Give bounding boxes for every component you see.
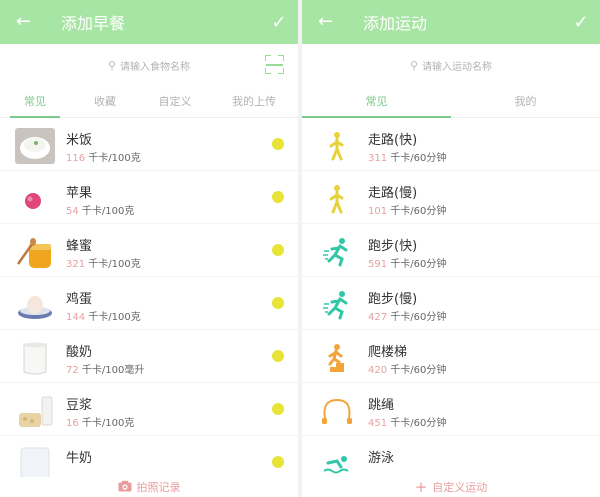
item-calories: 311 千卡/60分钟 xyxy=(368,153,447,164)
custom-exercise-label: 自定义运动 xyxy=(432,481,488,494)
item-name: 跑步(慢) xyxy=(368,292,418,307)
item-calories: 54 千卡/100克 xyxy=(66,206,135,217)
search-icon: ⚲ xyxy=(409,58,419,72)
tab-custom[interactable]: 自定义 xyxy=(140,86,210,117)
status-dot xyxy=(272,350,284,362)
item-calories: 451 千卡/60分钟 xyxy=(368,418,447,429)
food-tabs: 常见 收藏 自定义 我的上传 xyxy=(0,86,298,118)
running-icon xyxy=(317,287,357,323)
item-name: 跑步(快) xyxy=(368,239,418,254)
status-dot xyxy=(272,191,284,203)
item-name: 爬楼梯 xyxy=(368,345,408,360)
item-calories: 16 千卡/100克 xyxy=(66,418,135,429)
walking-icon xyxy=(317,128,357,164)
page-title: 添加早餐 xyxy=(61,14,126,33)
item-name: 走路(快) xyxy=(368,133,418,148)
honey-thumbnail xyxy=(15,234,55,270)
jump-rope-icon xyxy=(317,393,357,429)
item-calories: 144 千卡/100克 xyxy=(66,312,141,323)
item-name: 跳绳 xyxy=(368,398,395,413)
item-name: 游泳 xyxy=(368,451,395,466)
list-item[interactable]: 豆浆 16 千卡/100克 xyxy=(0,383,298,436)
photo-record-label: 拍照记录 xyxy=(136,481,181,494)
item-calories: 321 千卡/100克 xyxy=(66,259,141,270)
camera-icon xyxy=(118,480,132,495)
walking-icon xyxy=(317,181,357,217)
item-calories: 116 千卡/100克 xyxy=(66,153,141,164)
exercise-list: 走路(快) 311 千卡/60分钟 走路(慢) 101 千卡/60分钟 跑步(快… xyxy=(302,118,600,489)
list-item[interactable]: 蜂蜜 321 千卡/100克 xyxy=(0,224,298,277)
item-calories: 101 千卡/60分钟 xyxy=(368,206,447,217)
list-item[interactable]: 跑步(快) 591 千卡/60分钟 xyxy=(302,224,600,277)
list-item[interactable]: 跳绳 451 千卡/60分钟 xyxy=(302,383,600,436)
tab-favorites[interactable]: 收藏 xyxy=(70,86,140,117)
check-icon[interactable]: ✓ xyxy=(570,12,592,33)
list-item[interactable]: 米饭 116 千卡/100克 xyxy=(0,118,298,171)
item-name: 米饭 xyxy=(66,133,93,148)
arrow-left-icon[interactable]: ← xyxy=(16,0,38,44)
list-item[interactable]: 鸡蛋 144 千卡/100克 xyxy=(0,277,298,330)
list-item[interactable]: 爬楼梯 420 千卡/60分钟 xyxy=(302,330,600,383)
page-title: 添加运动 xyxy=(363,14,428,33)
rice-thumbnail xyxy=(15,128,55,164)
item-name: 酸奶 xyxy=(66,345,93,360)
item-name: 苹果 xyxy=(66,186,93,201)
item-name: 走路(慢) xyxy=(368,186,418,201)
item-calories: 420 千卡/60分钟 xyxy=(368,365,447,376)
list-item[interactable]: 酸奶 72 千卡/100毫升 xyxy=(0,330,298,383)
search-bar[interactable]: ⚲ 请输入食物名称 xyxy=(0,44,298,86)
scan-icon[interactable] xyxy=(265,55,284,74)
search-input[interactable]: 请输入运动名称 xyxy=(422,58,492,73)
apple-thumbnail xyxy=(15,181,55,217)
list-item[interactable]: 苹果 54 千卡/100克 xyxy=(0,171,298,224)
tab-mine[interactable]: 我的 xyxy=(451,86,600,117)
list-item[interactable]: 走路(慢) 101 千卡/60分钟 xyxy=(302,171,600,224)
header: ← 添加早餐 ✓ xyxy=(0,0,298,44)
tab-my-uploads[interactable]: 我的上传 xyxy=(210,86,298,117)
item-calories: 591 千卡/60分钟 xyxy=(368,259,447,270)
item-name: 牛奶 xyxy=(66,451,93,466)
status-dot xyxy=(272,138,284,150)
search-input[interactable]: 请输入食物名称 xyxy=(120,58,190,73)
tab-common[interactable]: 常见 xyxy=(302,86,451,118)
soymilk-thumbnail xyxy=(15,393,55,429)
running-icon xyxy=(317,234,357,270)
item-name: 蜂蜜 xyxy=(66,239,93,254)
tab-common[interactable]: 常见 xyxy=(0,86,70,118)
status-dot xyxy=(272,297,284,309)
arrow-left-icon[interactable]: ← xyxy=(318,0,340,44)
search-icon: ⚲ xyxy=(107,58,117,72)
plus-icon: + xyxy=(414,478,428,496)
status-dot xyxy=(272,456,284,468)
check-icon[interactable]: ✓ xyxy=(268,12,290,33)
add-breakfast-screen: ← 添加早餐 ✓ ⚲ 请输入食物名称 常见 收藏 自定义 我的上传 米饭 116… xyxy=(0,0,298,497)
status-dot xyxy=(272,244,284,256)
item-calories: 427 千卡/60分钟 xyxy=(368,312,447,323)
item-name: 鸡蛋 xyxy=(66,292,93,307)
egg-thumbnail xyxy=(15,287,55,323)
food-list: 米饭 116 千卡/100克 苹果 54 千卡/100克 蜂蜜 321 千卡/1… xyxy=(0,118,298,489)
add-exercise-screen: ← 添加运动 ✓ ⚲ 请输入运动名称 常见 我的 走路(快) 311 千卡/60… xyxy=(302,0,600,497)
list-item[interactable]: 跑步(慢) 427 千卡/60分钟 xyxy=(302,277,600,330)
stairs-icon xyxy=(317,340,357,376)
photo-record-button[interactable]: 拍照记录 xyxy=(0,477,298,497)
item-calories: 72 千卡/100毫升 xyxy=(66,365,145,376)
item-name: 豆浆 xyxy=(66,398,93,413)
status-dot xyxy=(272,403,284,415)
search-bar[interactable]: ⚲ 请输入运动名称 xyxy=(302,44,600,86)
yogurt-thumbnail xyxy=(15,340,55,376)
header: ← 添加运动 ✓ xyxy=(302,0,600,44)
list-item[interactable]: 走路(快) 311 千卡/60分钟 xyxy=(302,118,600,171)
custom-exercise-button[interactable]: + 自定义运动 xyxy=(302,477,600,497)
exercise-tabs: 常见 我的 xyxy=(302,86,600,118)
